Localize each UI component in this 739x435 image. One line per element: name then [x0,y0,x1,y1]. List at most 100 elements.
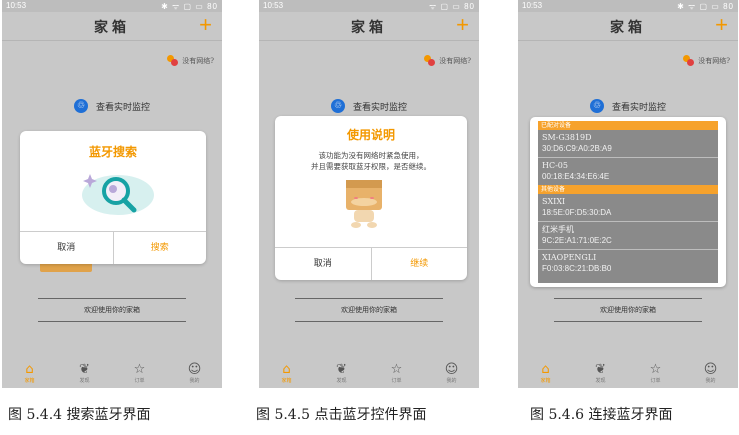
instructions-dialog: 使用说明 该功能为没有网络时紧急使用， 并且需要获取蓝牙权限，是否继续。 取消 … [275,116,467,280]
no-network-link[interactable]: 没有网络? [424,55,471,66]
device-item[interactable]: SM-G3819D 30:D6:C9:A0:2B:A9 [538,130,718,158]
bluetooth-device-dialog: 已配对设备 SM-G3819D 30:D6:C9:A0:2B:A9 HC-05 … [530,117,726,287]
home-icon: ⌂ [25,361,34,377]
tab-label: 订单 [650,377,661,384]
tab-orders[interactable]: ☆ 订单 [377,361,417,384]
figure-caption-connect: 图 5.4.6 连接蓝牙界面 [530,407,673,423]
add-button[interactable]: + [715,12,728,38]
cancel-button[interactable]: 取消 [20,232,113,264]
search-illustration [82,174,154,215]
device-mac: 9C:2E:A1:71:0E:2C [542,236,612,245]
star-box-icon: ☆ [390,361,403,377]
status-bar: 10:53 ✱ ᯤ ▢ ▭ 80 [2,0,222,12]
device-name: SXIXI [542,197,566,206]
realtime-monitor-button[interactable]: ♲ 查看实时监控 [2,99,222,113]
device-mac: 00:18:E4:34:E6:4E [542,172,610,181]
tab-discover[interactable]: ❦ 发现 [581,361,621,384]
tab-label: 家箱 [281,377,292,384]
tab-me[interactable]: ☺ 我的 [175,361,215,384]
tab-label: 发现 [336,377,347,384]
paired-devices-header: 已配对设备 [538,121,718,130]
status-time: 10:53 [6,1,27,10]
welcome-text: 欢迎使用你的家箱 [295,298,443,322]
tab-home[interactable]: ⌂ 家箱 [267,362,307,384]
add-button[interactable]: + [456,12,469,38]
no-network-label: 没有网络? [439,56,471,65]
tab-home[interactable]: ⌂ 家箱 [526,361,566,384]
tab-me[interactable]: ☺ 我的 [432,361,472,384]
device-item[interactable]: HC-05 00:18:E4:34:E6:4E [538,158,718,185]
tab-home[interactable]: ⌂ 家箱 [10,361,50,384]
bottom-tab-bar: ⌂ 家箱 ❦ 发现 ☆ 订单 ☺ 我的 [2,358,222,388]
tab-orders[interactable]: ☆ 订单 [636,361,676,384]
device-name: SM-G3819D [542,133,592,142]
device-name: 红米手机 [542,225,574,234]
phone-screen-search: 10:53 ✱ ᯤ ▢ ▭ 80 家箱 + 没有网络? ♲ 查看实时监控 欢迎使… [2,0,222,388]
home-icon: ⌂ [541,361,550,377]
device-item[interactable]: SXIXI 18:5E:0F:D5:30:DA [538,194,718,222]
no-network-link[interactable]: 没有网络? [683,55,730,66]
smile-icon: ☺ [444,361,459,377]
device-name: HC-05 [542,161,568,170]
realtime-monitor-button[interactable]: ♲ 查看实时监控 [518,99,738,113]
dialog-body-line-2: 并且需要获取蓝牙权限，是否继续。 [311,162,431,171]
device-list: 已配对设备 SM-G3819D 30:D6:C9:A0:2B:A9 HC-05 … [538,121,718,283]
smile-icon: ☺ [187,361,202,377]
leaf-icon: ❦ [79,361,90,377]
continue-button[interactable]: 继续 [370,248,468,280]
status-icons: ✱ ᯤ ▢ ▭ 80 [161,2,218,11]
recycle-icon: ♲ [589,99,604,113]
figure-caption-instructions: 图 5.4.5 点击蓝牙控件界面 [256,407,427,423]
recycle-icon: ♲ [330,99,345,113]
welcome-text: 欢迎使用你的家箱 [554,298,702,322]
tab-label: 家箱 [540,377,551,384]
monitor-label: 查看实时监控 [95,102,150,113]
leaf-icon: ❦ [595,361,606,377]
network-icon [683,55,695,66]
tab-label: 发现 [79,377,90,384]
add-button[interactable]: + [199,12,212,38]
box-mascot [346,180,382,228]
status-icons: ᯤ ▢ ▭ 80 [429,2,475,11]
tab-label: 我的 [189,377,200,384]
dialog-title: 蓝牙搜索 [88,145,137,159]
cancel-button[interactable]: 取消 [275,248,371,280]
device-mac: F0:03:8C:21:DB:B0 [542,264,612,273]
smile-icon: ☺ [703,361,718,377]
header-divider [2,40,222,41]
status-time: 10:53 [522,1,543,10]
tab-me[interactable]: ☺ 我的 [691,361,731,384]
monitor-label: 查看实时监控 [352,102,407,113]
header-divider [259,40,479,41]
star-box-icon: ☆ [649,361,662,377]
device-item[interactable]: 红米手机 9C:2E:A1:71:0E:2C [538,222,718,250]
dialog-body-line-1: 该功能为没有网络时紧急使用， [318,151,424,160]
search-button[interactable]: 搜索 [112,232,207,264]
welcome-text: 欢迎使用你的家箱 [38,298,186,322]
tab-label: 订单 [391,377,402,384]
no-network-link[interactable]: 没有网络? [167,55,214,66]
tab-label: 我的 [446,377,457,384]
page-title: 家箱 [351,20,387,36]
phone-screen-instructions: 10:53 ᯤ ▢ ▭ 80 家箱 + 没有网络? ♲ 查看实时监控 欢迎使用你… [259,0,479,388]
tab-discover[interactable]: ❦ 发现 [322,361,362,384]
star-box-icon: ☆ [133,361,146,377]
other-devices-header: 其他设备 [538,185,718,194]
leaf-icon: ❦ [336,361,347,377]
realtime-monitor-button[interactable]: ♲ 查看实时监控 [259,99,479,113]
device-mac: 18:5E:0F:D5:30:DA [542,208,612,217]
dialog-title: 使用说明 [346,128,395,142]
bluetooth-search-dialog: 蓝牙搜索 取消 搜索 [20,131,206,264]
status-icons: ✱ ᯤ ▢ ▭ 80 [677,2,734,11]
device-item[interactable]: XIAOPENGLI F0:03:8C:21:DB:B0 [538,250,718,277]
status-bar: 10:53 ✱ ᯤ ▢ ▭ 80 [518,0,738,12]
monitor-label: 查看实时监控 [611,102,666,113]
status-time: 10:53 [263,1,284,10]
figure-caption-search: 图 5.4.4 搜索蓝牙界面 [8,407,151,423]
recycle-icon: ♲ [73,99,88,113]
network-icon [167,55,179,66]
tab-discover[interactable]: ❦ 发现 [65,361,105,384]
page-title: 家箱 [610,20,646,36]
tab-orders[interactable]: ☆ 订单 [120,361,160,384]
status-bar: 10:53 ᯤ ▢ ▭ 80 [259,0,479,12]
